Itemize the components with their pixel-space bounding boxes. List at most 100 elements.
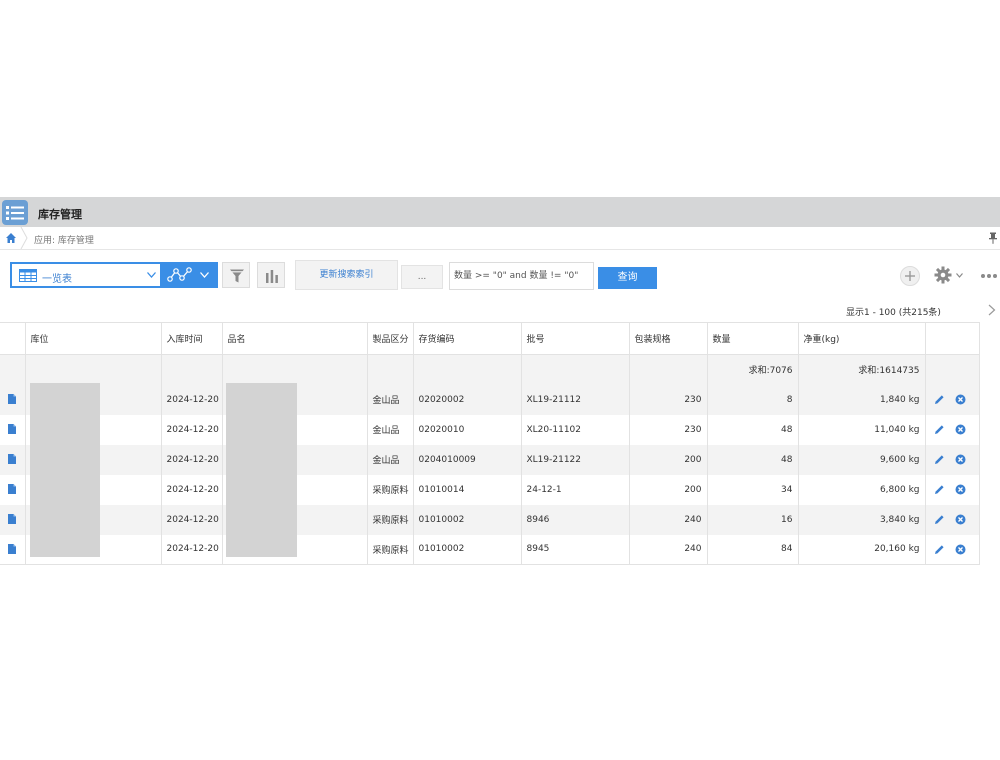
lot-cell: 24-12-1 — [521, 474, 630, 505]
date-cell: 2024-12-20 — [161, 414, 223, 445]
date-cell: 2024-12-20 — [161, 474, 223, 505]
cell — [367, 354, 414, 385]
qty-cell: 34 — [707, 474, 799, 505]
home-icon[interactable] — [5, 232, 17, 244]
delete-icon[interactable] — [955, 454, 966, 465]
table-row[interactable]: 2024-12-20 采购原料 01010002 8945 240 84 20,160 kg — [0, 534, 980, 565]
table-body: 2024-12-20 金山品 02020002 XL19-21112 230 8 1,840… — [0, 384, 980, 565]
actions-cell — [925, 414, 980, 445]
qty-cell: 84 — [707, 534, 799, 565]
qty-cell: 16 — [707, 504, 799, 535]
table-header-row: 库位 入库时间 品名 製品区分 存货编码 批号 包装规格 数量 净重(kg) — [0, 322, 980, 355]
pack-cell: 230 — [629, 384, 708, 415]
pack-cell: 240 — [629, 504, 708, 535]
header-cell[interactable]: 品名 — [222, 322, 368, 355]
edit-icon[interactable] — [934, 484, 945, 495]
cell — [925, 354, 980, 385]
delete-icon[interactable] — [955, 394, 966, 405]
plus-icon — [905, 271, 915, 281]
edit-icon[interactable] — [934, 454, 945, 465]
header-icon-col — [0, 322, 26, 355]
query-input[interactable]: 数量 >= "0" and 数量 != "0" — [449, 262, 594, 290]
actions-cell — [925, 444, 980, 475]
header-cell[interactable]: 净重(kg) — [798, 322, 926, 355]
category-cell: 金山品 — [367, 444, 414, 475]
filter-button[interactable] — [222, 262, 250, 288]
delete-icon[interactable] — [955, 424, 966, 435]
graph-view-button[interactable] — [162, 262, 218, 288]
more-icon[interactable] — [980, 273, 998, 279]
app-menu-button[interactable] — [2, 200, 28, 225]
bar-chart-icon — [266, 270, 278, 283]
more-conditions-button[interactable]: ... — [401, 265, 443, 289]
delete-icon[interactable] — [955, 484, 966, 495]
pin-icon[interactable] — [988, 232, 998, 244]
table-row[interactable]: 2024-12-20 金山品 0204010009 XL19-21122 200 48 9,… — [0, 444, 980, 475]
settings-button[interactable] — [934, 265, 966, 285]
chevron-right-icon[interactable] — [988, 304, 996, 316]
breadcrumb-app-link[interactable]: 应用: 库存管理 — [34, 233, 94, 246]
edit-icon[interactable] — [934, 544, 945, 555]
pagination-info: 显示1 - 100 (共215条) — [846, 308, 941, 318]
actions-cell — [925, 474, 980, 505]
graph-icon — [167, 267, 192, 282]
header-cell[interactable]: 库位 — [25, 322, 162, 355]
delete-icon[interactable] — [955, 514, 966, 525]
breadcrumb-separator — [20, 227, 28, 249]
redacted-product-name-block — [226, 383, 297, 557]
chart-button[interactable] — [257, 262, 285, 288]
header-cell[interactable]: 存货编码 — [413, 322, 522, 355]
qty-cell: 48 — [707, 444, 799, 475]
chevron-down-icon — [200, 272, 209, 278]
weight-cell: 6,800 kg — [798, 474, 926, 505]
filter-icon — [230, 269, 244, 283]
lot-cell: XL19-21122 — [521, 444, 630, 475]
add-record-button[interactable] — [900, 266, 920, 286]
redacted-location-block — [30, 383, 100, 557]
header-cell[interactable]: 製品区分 — [367, 322, 414, 355]
document-icon[interactable] — [8, 454, 17, 465]
weight-cell: 9,600 kg — [798, 444, 926, 475]
edit-icon[interactable] — [934, 394, 945, 405]
cell — [629, 354, 708, 385]
code-cell: 0204010009 — [413, 444, 522, 475]
document-icon[interactable] — [8, 424, 17, 435]
row-doc-cell — [0, 534, 26, 565]
update-search-index-button[interactable]: 更新搜索索引 — [295, 260, 398, 290]
pack-cell: 240 — [629, 534, 708, 565]
actions-cell — [925, 504, 980, 535]
header-cell[interactable]: 入库时间 — [161, 322, 223, 355]
document-icon[interactable] — [8, 484, 17, 495]
lot-cell: XL19-21112 — [521, 384, 630, 415]
date-cell: 2024-12-20 — [161, 384, 223, 415]
app-title: 库存管理 — [38, 208, 82, 221]
category-cell: 采购原料 — [367, 534, 414, 565]
category-cell: 采购原料 — [367, 474, 414, 505]
header-cell[interactable]: 包装规格 — [629, 322, 708, 355]
lot-cell: 8945 — [521, 534, 630, 565]
lot-cell: 8946 — [521, 504, 630, 535]
document-icon[interactable] — [8, 394, 17, 405]
delete-icon[interactable] — [955, 544, 966, 555]
edit-icon[interactable] — [934, 514, 945, 525]
title-bar: 库存管理 — [0, 197, 1000, 227]
code-cell: 01010002 — [413, 504, 522, 535]
row-doc-cell — [0, 414, 26, 445]
table-row[interactable]: 2024-12-20 采购原料 01010002 8946 240 16 3,840 kg — [0, 504, 980, 535]
code-cell: 01010014 — [413, 474, 522, 505]
chevron-down-icon — [147, 272, 156, 278]
table-row[interactable]: 2024-12-20 金山品 02020010 XL20-11102 230 48 11,0… — [0, 414, 980, 445]
cell — [25, 354, 162, 385]
document-icon[interactable] — [8, 514, 17, 525]
document-icon[interactable] — [8, 544, 17, 554]
category-cell: 金山品 — [367, 414, 414, 445]
table-row[interactable]: 2024-12-20 金山品 02020002 XL19-21112 230 8 1,840… — [0, 384, 980, 415]
header-cell[interactable]: 批号 — [521, 322, 630, 355]
query-button[interactable]: 查询 — [598, 267, 657, 289]
view-select[interactable]: 一览表 — [10, 262, 162, 288]
pack-cell: 200 — [629, 444, 708, 475]
edit-icon[interactable] — [934, 424, 945, 435]
table-row[interactable]: 2024-12-20 采购原料 01010014 24-12-1 200 34 6,800 … — [0, 474, 980, 505]
header-cell[interactable]: 数量 — [707, 322, 799, 355]
row-doc-cell — [0, 504, 26, 535]
